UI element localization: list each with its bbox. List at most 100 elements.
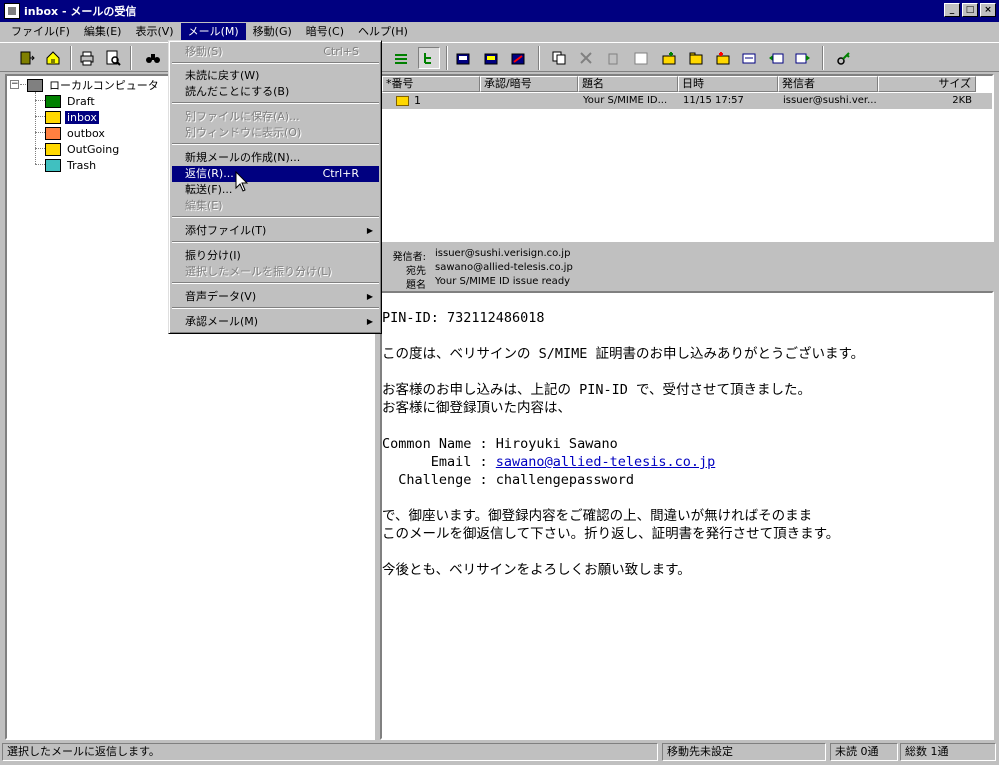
status-bar: 選択したメールに返信します。 移動先未設定 未読 0通 総数 1通	[0, 743, 999, 763]
reply-icon[interactable]	[765, 47, 787, 69]
column-header-approval[interactable]: 承認/暗号	[480, 76, 578, 92]
menu-file[interactable]: ファイル(F)	[4, 23, 77, 40]
menu-help[interactable]: ヘルプ(H)	[351, 23, 415, 40]
computer-icon	[27, 78, 43, 92]
find-icon[interactable]	[142, 47, 164, 69]
message-body[interactable]: PIN-ID: 732112486018 この度は、ベリサインの S/MIME …	[380, 291, 994, 740]
list-view-icon[interactable]	[390, 47, 412, 69]
menu-item-sort[interactable]: 振り分け(I)	[172, 248, 379, 264]
draft-folder-icon	[45, 94, 61, 108]
toolbar-separator	[446, 46, 448, 70]
menu-view[interactable]: 表示(V)	[128, 23, 180, 40]
menu-item-mark-read[interactable]: 読んだことにする(B)	[172, 84, 379, 100]
inbox-folder-icon	[45, 110, 61, 124]
body-pin: PIN-ID: 732112486018	[382, 310, 545, 326]
outbox-folder-icon	[45, 126, 61, 140]
receive-icon[interactable]	[16, 47, 38, 69]
menu-item-reply[interactable]: 返信(R)... Ctrl+R	[172, 166, 379, 182]
row-subject: Your S/MIME ID...	[583, 95, 668, 106]
email-label: Email :	[382, 454, 496, 470]
folder-icon[interactable]	[685, 47, 707, 69]
body-challenge: Challenge : challengepassword	[382, 472, 634, 488]
mail-menu-dropdown: 移動(S) Ctrl+S 未読に戻す(W) 読んだことにする(B) 別ファイルに…	[168, 40, 382, 334]
maximize-button[interactable]: □	[962, 3, 978, 17]
copy-icon[interactable]	[548, 47, 570, 69]
home-icon[interactable]	[42, 47, 64, 69]
new-folder-icon[interactable]	[658, 47, 680, 69]
menu-item-attachment[interactable]: 添付ファイル(T) ▶	[172, 223, 379, 239]
email-link[interactable]: sawano@allied-telesis.co.jp	[496, 454, 715, 470]
mailbox-send-icon[interactable]	[480, 47, 502, 69]
menu-item-sort-selected[interactable]: 選択したメールを振り分け(L)	[172, 264, 379, 280]
toolbar-separator	[70, 46, 72, 70]
message-icon[interactable]	[738, 47, 760, 69]
new-mail-icon[interactable]	[712, 47, 734, 69]
menu-item-show-window[interactable]: 別ウィンドウに表示(O)	[172, 125, 379, 141]
to-label: 宛先	[406, 266, 426, 277]
menu-item-new-mail[interactable]: 新規メールの作成(N)...	[172, 150, 379, 166]
mouse-cursor-icon	[235, 171, 249, 192]
tree-folder-trash[interactable]: Trash	[45, 157, 98, 173]
submenu-arrow-icon: ▶	[366, 292, 373, 301]
status-total: 総数 1通	[900, 743, 996, 761]
tree-folder-draft[interactable]: Draft	[45, 93, 97, 109]
tree-root[interactable]: ローカルコンピュータ	[27, 77, 161, 93]
status-unread: 未読 0通	[830, 743, 898, 761]
toolbar-separator	[130, 46, 132, 70]
body-paragraph: お客様のお申し込みは、上記の PIN-ID で、受付させて頂きました。	[382, 382, 811, 398]
body-paragraph: 今後とも、ベリサインをよろしくお願い致します。	[382, 562, 691, 578]
menu-item-approval-mail[interactable]: 承認メール(M) ▶	[172, 314, 379, 330]
row-size: 2KB	[952, 95, 972, 106]
toolbar-separator	[538, 46, 540, 70]
body-paragraph: で、御座います。御登録内容をご確認の上、間違いが無ければそのまま	[382, 508, 813, 524]
row-sender: issuer@sushi.ver...	[783, 95, 877, 106]
column-header-date[interactable]: 日時	[678, 76, 778, 92]
trash-icon	[45, 158, 61, 172]
print-icon[interactable]	[76, 47, 98, 69]
print-preview-icon[interactable]	[102, 47, 124, 69]
close-button[interactable]: ×	[980, 3, 996, 17]
mailbox-receive-icon[interactable]	[452, 47, 474, 69]
trash-can-icon[interactable]	[602, 47, 624, 69]
menu-item-move[interactable]: 移動(S) Ctrl+S	[172, 44, 379, 60]
minimize-button[interactable]: _	[944, 3, 960, 17]
row-number: 1	[414, 94, 421, 107]
thread-view-icon[interactable]	[418, 47, 440, 69]
mailbox-sync-icon[interactable]	[507, 47, 529, 69]
column-header-sender[interactable]: 発信者	[778, 76, 878, 92]
row-approval	[480, 93, 576, 109]
column-header-number[interactable]: *番号	[382, 76, 480, 92]
menu-crypto[interactable]: 暗号(C)	[299, 23, 351, 40]
collapse-icon[interactable]: −	[10, 80, 19, 89]
delete-icon[interactable]	[575, 47, 597, 69]
from-value: issuer@sushi.verisign.co.jp	[435, 248, 571, 259]
message-header-pane: 発信者: issuer@sushi.verisign.co.jp 宛先 sawa…	[380, 246, 994, 291]
menu-item-edit[interactable]: 編集(E)	[172, 198, 379, 214]
subject-value: Your S/MIME ID issue ready	[435, 276, 571, 287]
outgoing-folder-icon	[45, 142, 61, 156]
toolbar	[0, 42, 999, 72]
tree-folder-outbox[interactable]: outbox	[45, 125, 107, 141]
menu-go[interactable]: 移動(G)	[246, 23, 299, 40]
tree-folder-outgoing[interactable]: OutGoing	[45, 141, 121, 157]
menu-item-voice-data[interactable]: 音声データ(V) ▶	[172, 289, 379, 305]
forward-icon[interactable]	[792, 47, 814, 69]
envelope-icon	[396, 96, 409, 106]
body-common-name: Common Name : Hiroyuki Sawano	[382, 436, 618, 452]
menu-item-forward[interactable]: 転送(F)...	[172, 182, 379, 198]
key-icon[interactable]	[833, 47, 855, 69]
to-value: sawano@allied-telesis.co.jp	[435, 262, 573, 273]
menu-edit[interactable]: 編集(E)	[77, 23, 129, 40]
column-header-subject[interactable]: 題名	[578, 76, 678, 92]
message-list[interactable]: *番号 承認/暗号 題名 日時 発信者 サイズ 1 Your S/MIME ID…	[380, 74, 994, 242]
subject-label: 題名	[406, 280, 426, 291]
menu-item-save-file[interactable]: 別ファイルに保存(A)...	[172, 109, 379, 125]
column-header-size[interactable]: サイズ	[878, 76, 976, 92]
menu-mail[interactable]: メール(M)	[180, 23, 246, 40]
status-destination: 移動先未設定	[662, 743, 826, 761]
open-icon[interactable]	[630, 47, 652, 69]
tree-folder-inbox[interactable]: inbox	[45, 109, 99, 125]
row-date: 11/15 17:57	[683, 95, 744, 106]
menu-item-mark-unread[interactable]: 未読に戻す(W)	[172, 68, 379, 84]
table-row[interactable]: 1 Your S/MIME ID... 11/15 17:57 issuer@s…	[382, 93, 992, 109]
